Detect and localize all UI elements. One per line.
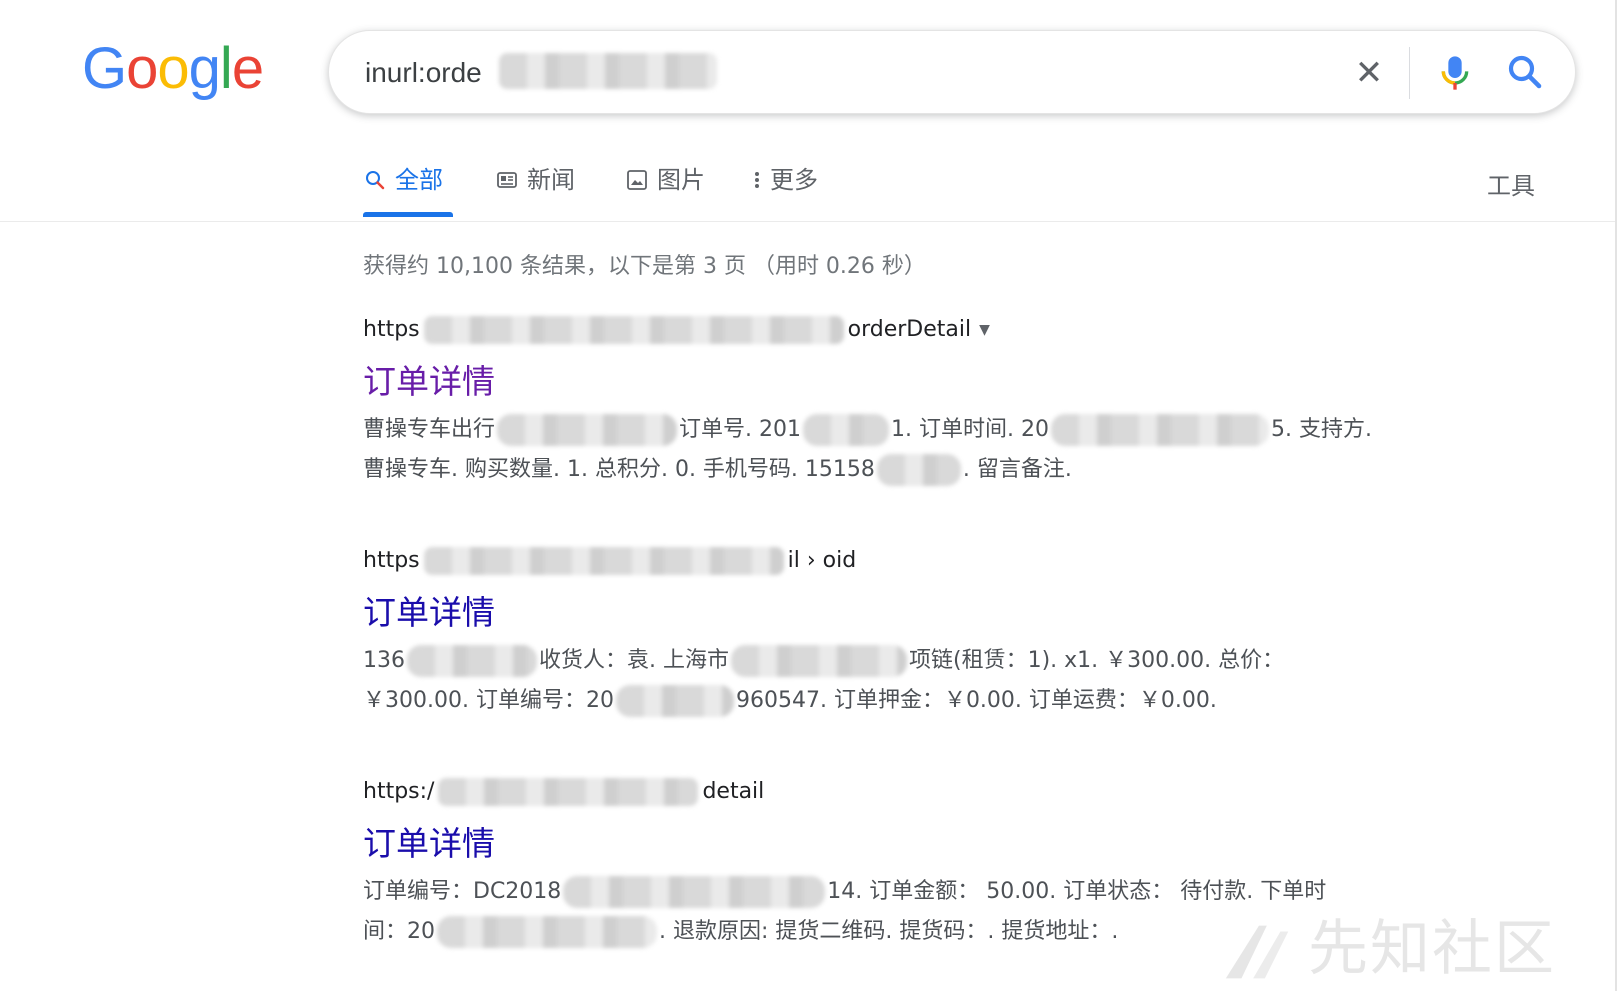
snippet-text: 订单号. 201	[679, 417, 801, 442]
tab-label: 新闻	[527, 166, 575, 194]
blurred-text	[563, 876, 826, 908]
more-vert-icon	[755, 172, 759, 188]
snippet-line: ￥300.00. 订单编号：20 960547. 订单押金：￥0.00. 订单运费…	[363, 681, 1443, 721]
url-prefix: https:/	[363, 779, 435, 804]
snippet-text: 曹操专车出行	[363, 417, 496, 442]
blurred-url	[438, 778, 699, 806]
snippet-text: . 留言备注.	[962, 457, 1072, 482]
result-title[interactable]: 订单详情	[363, 591, 1443, 635]
blurred-url	[423, 316, 844, 344]
tab-more[interactable]: 更多	[752, 160, 818, 216]
logo-letter: G	[82, 36, 127, 101]
logo-letter: l	[219, 36, 233, 101]
tab-all[interactable]: 全部	[363, 160, 443, 216]
search-query-text: inurl:orde	[365, 57, 482, 88]
result-title[interactable]: 订单详情	[363, 822, 1443, 866]
logo-letter: o	[157, 36, 189, 101]
search-result: https il › oid 订单详情 136 收货人：袁. 上海市 项链(租赁：1)…	[363, 545, 1443, 721]
snippet-text: 间：20	[363, 919, 435, 944]
search-input[interactable]: inurl:orde	[365, 57, 482, 89]
snippet-text: 项链(租赁：1). x1. ￥300.00. 总价：	[909, 648, 1285, 673]
result-snippet: 曹操专车出行 订单号. 201 1. 订单时间. 20 5. 支持方. 曹操专车. 购…	[363, 410, 1443, 490]
snippet-line: 曹操专车. 购买数量. 1. 总积分. 0. 手机号码. 15158 . 留言备注…	[363, 450, 1443, 490]
google-logo[interactable]: Google	[82, 36, 264, 101]
url-prefix: https	[363, 548, 420, 573]
blurred-text	[407, 645, 537, 677]
image-icon	[627, 170, 647, 190]
watermark-logo	[1225, 926, 1289, 979]
result-stats: 获得约 10,100 条结果，以下是第 3 页 （用时 0.26 秒）	[363, 254, 926, 279]
search-icon	[366, 171, 385, 190]
blurred-text	[731, 645, 907, 677]
url-prefix: https	[363, 317, 420, 342]
tab-label: 图片	[657, 166, 705, 194]
url-suffix: il › oid	[787, 548, 857, 573]
google-results-page: Google inurl:orde ✕ 全部 新闻 图片 更多 工具 获得约 1…	[0, 0, 1617, 991]
blurred-text	[497, 414, 678, 446]
snippet-text: ￥300.00. 订单编号：20	[363, 688, 614, 713]
snippet-text: . 退款原因: 提货二维码. 提货码：. 提货地址：.	[659, 919, 1119, 944]
snippet-line: 136 收货人：袁. 上海市 项链(租赁：1). x1. ￥300.00. 总价：	[363, 641, 1443, 681]
header-divider	[0, 221, 1617, 222]
result-url[interactable]: https orderDetail ▼	[363, 314, 1443, 346]
result-snippet: 136 收货人：袁. 上海市 项链(租赁：1). x1. ￥300.00. 总价： …	[363, 641, 1443, 721]
snippet-text: 1. 订单时间. 20	[891, 417, 1049, 442]
blurred-url	[423, 547, 784, 575]
tab-images[interactable]: 图片	[625, 160, 705, 216]
blurred-text	[876, 454, 961, 486]
blurred-text	[437, 916, 657, 948]
watermark-text: 先知社区	[1308, 914, 1556, 984]
tab-news[interactable]: 新闻	[495, 160, 575, 216]
snippet-text: 136	[363, 648, 405, 673]
logo-letter: g	[188, 36, 221, 101]
blurred-query	[499, 53, 717, 89]
result-url[interactable]: https il › oid	[363, 545, 1443, 577]
url-suffix: orderDetail	[847, 317, 972, 342]
close-icon[interactable]: ✕	[1349, 53, 1389, 93]
url-suffix: detail	[702, 779, 765, 804]
snippet-text: 订单编号：DC2018	[363, 879, 562, 904]
logo-letter: o	[126, 36, 158, 101]
snippet-text: 收货人：袁. 上海市	[539, 648, 729, 673]
snippet-text: 960547. 订单押金：￥0.00. 订单运费：￥0.00.	[735, 688, 1217, 713]
mic-icon[interactable]	[1435, 51, 1475, 95]
search-icon[interactable]	[1504, 51, 1546, 93]
blurred-text	[803, 414, 889, 446]
watermark: 先知社区	[1220, 900, 1556, 987]
tab-label: 更多	[770, 166, 818, 194]
result-url[interactable]: https:/ detail	[363, 776, 1443, 808]
tools-button[interactable]: 工具	[1487, 166, 1535, 201]
search-divider	[1409, 47, 1410, 99]
tab-label: 全部	[395, 166, 443, 194]
news-icon	[497, 172, 517, 188]
search-result: https orderDetail ▼ 订单详情 曹操专车出行 订单号. 201 1. …	[363, 314, 1443, 490]
snippet-text: 曹操专车. 购买数量. 1. 总积分. 0. 手机号码. 15158	[363, 457, 875, 482]
logo-letter: e	[231, 36, 264, 101]
search-box[interactable]: inurl:orde ✕	[328, 30, 1576, 114]
snippet-line: 曹操专车出行 订单号. 201 1. 订单时间. 20 5. 支持方.	[363, 410, 1443, 450]
snippet-text: 5. 支持方.	[1270, 417, 1372, 442]
caret-down-icon[interactable]: ▼	[979, 314, 990, 346]
active-tab-indicator	[363, 212, 453, 217]
blurred-text	[1050, 414, 1269, 446]
blurred-text	[615, 685, 734, 717]
result-title[interactable]: 订单详情	[363, 360, 1443, 404]
